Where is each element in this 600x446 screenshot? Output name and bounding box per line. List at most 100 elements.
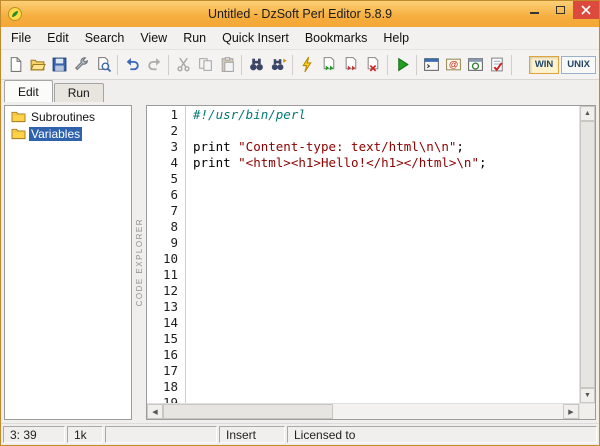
status-license: Licensed to [287,426,597,443]
scrollbar-corner [579,403,595,419]
app-icon [7,6,23,22]
maximize-button[interactable] [547,1,573,19]
toolbar-separator [241,55,242,75]
mail-at-icon[interactable]: @ [442,53,464,77]
code-line [193,235,579,251]
run-selection-icon[interactable] [340,53,362,77]
code-line: #!/usr/bin/perl [193,107,579,123]
code-explorer-label: CODE EXPLORER [135,218,144,306]
save-file-icon[interactable] [48,53,70,77]
menu-quick-insert[interactable]: Quick Insert [214,28,297,48]
close-icon [581,5,591,15]
line-number: 7 [147,203,178,219]
svg-text:@: @ [448,60,457,71]
tree-item-subroutines[interactable]: Subroutines [5,108,131,125]
run-icon[interactable] [391,53,413,77]
options-check-icon[interactable] [486,53,508,77]
code-line [193,283,579,299]
line-number: 13 [147,299,178,315]
horizontal-scroll-track[interactable] [163,404,563,419]
tab-edit[interactable]: Edit [4,80,53,102]
menu-bar: FileEditSearchViewRunQuick InsertBookmar… [1,27,599,50]
code-line [193,219,579,235]
tree-item-variables[interactable]: Variables [5,125,131,142]
run-script-icon[interactable] [318,53,340,77]
status-bar: 3: 391kInsertLicensed to [1,423,599,445]
editor-body: 12345678910111213141516171819 #!/usr/bin… [147,106,595,403]
scroll-down-button[interactable]: ▼ [580,388,595,403]
code-line [193,123,579,139]
line-number: 14 [147,315,178,331]
syntax-check-icon[interactable] [296,53,318,77]
line-number: 9 [147,235,178,251]
folder-icon [11,127,26,140]
line-number: 15 [147,331,178,347]
code-line: print "<html><h1>Hello!</h1></html>\n"; [193,155,579,171]
code-line [193,331,579,347]
editor-bottom-row: ◀ ▶ [147,403,595,419]
window-controls [521,1,599,19]
find-icon[interactable] [245,53,267,77]
code-line [193,251,579,267]
code-explorer-splitter[interactable]: CODE EXPLORER [132,105,146,420]
menu-file[interactable]: File [3,28,39,48]
tab-run[interactable]: Run [54,83,104,102]
copy-icon[interactable] [194,53,216,77]
toolbar-separator [117,55,118,75]
settings-wrench-icon[interactable] [70,53,92,77]
line-number: 8 [147,219,178,235]
line-number: 6 [147,187,178,203]
scroll-up-button[interactable]: ▲ [580,106,595,121]
code-explorer-panel: SubroutinesVariables [4,105,132,420]
print-preview-icon[interactable] [92,53,114,77]
line-number-gutter: 12345678910111213141516171819 [147,106,185,403]
toolbar-separator [292,55,293,75]
redo-icon[interactable] [143,53,165,77]
vertical-scrollbar[interactable]: ▲ ▼ [579,106,595,403]
line-number: 4 [147,155,178,171]
folder-icon [11,110,26,123]
code-line [193,395,579,403]
menu-view[interactable]: View [132,28,175,48]
browser-window-icon[interactable] [464,53,486,77]
menu-search[interactable]: Search [77,28,133,48]
horizontal-scroll-thumb[interactable] [163,404,333,419]
code-line [193,379,579,395]
stop-script-icon[interactable] [362,53,384,77]
code-line [193,347,579,363]
paste-icon[interactable] [216,53,238,77]
vertical-scroll-track[interactable] [580,121,595,388]
undo-icon[interactable] [121,53,143,77]
toolbar-separator [168,55,169,75]
new-file-icon[interactable] [4,53,26,77]
menu-bookmarks[interactable]: Bookmarks [297,28,376,48]
close-button[interactable] [573,1,599,19]
line-number: 17 [147,363,178,379]
menu-help[interactable]: Help [375,28,417,48]
minimize-button[interactable] [521,1,547,19]
editor-panel: 12345678910111213141516171819 #!/usr/bin… [146,105,596,420]
status-cursor-position: 3: 39 [3,426,65,443]
titlebar[interactable]: Untitled - DzSoft Perl Editor 5.8.9 [1,1,599,27]
open-file-icon[interactable] [26,53,48,77]
line-number: 12 [147,283,178,299]
horizontal-scrollbar[interactable]: ◀ ▶ [147,403,579,419]
console-window-icon[interactable] [420,53,442,77]
cut-icon[interactable] [172,53,194,77]
toolbar-button-unix[interactable]: UNIX [561,56,596,74]
menu-edit[interactable]: Edit [39,28,77,48]
status-file-size: 1k [67,426,103,443]
toolbar-button-win[interactable]: WIN [529,56,559,74]
app-window: Untitled - DzSoft Perl Editor 5.8.9 File… [0,0,600,446]
vertical-scroll-thumb[interactable] [580,121,595,388]
code-line [193,363,579,379]
window-title: Untitled - DzSoft Perl Editor 5.8.9 [1,7,599,21]
code-line [193,203,579,219]
code-area[interactable]: #!/usr/bin/perlprint "Content-type: text… [186,106,579,403]
find-next-icon[interactable] [267,53,289,77]
scroll-left-button[interactable]: ◀ [147,404,163,419]
main-area: SubroutinesVariables CODE EXPLORER 12345… [1,102,599,423]
menu-run[interactable]: Run [175,28,214,48]
status-spare [105,426,217,443]
scroll-right-button[interactable]: ▶ [563,404,579,419]
